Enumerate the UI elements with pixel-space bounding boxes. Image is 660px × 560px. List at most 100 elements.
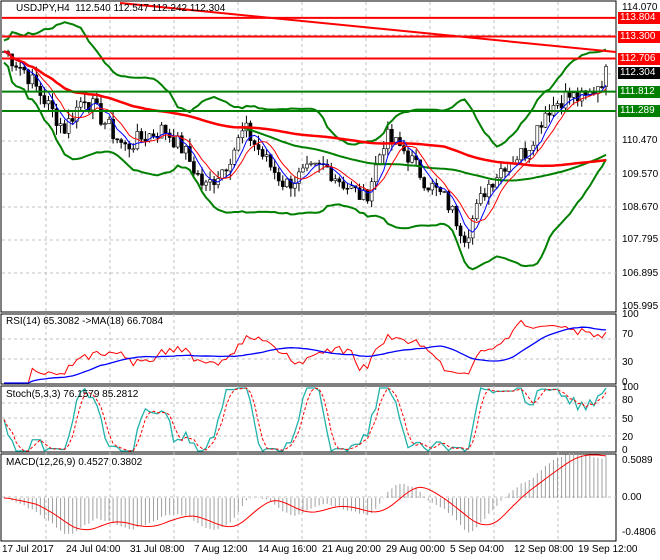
candle-body [42,95,47,105]
candle-body [285,178,289,188]
ma-fast-blue [3,51,607,233]
candle-body [240,130,245,138]
stoch-axis-label: 0 [622,445,628,456]
candle-body [604,66,608,87]
macd-axis-label: 0.5089 [622,455,653,467]
candle-body [345,187,350,190]
candle-body [349,185,354,189]
price-axis-label: 109.570 [622,168,659,180]
rsi-axis-label: 30 [622,356,634,368]
candle-body [232,149,237,165]
candle-body [381,148,386,156]
price-level-tag: 112.304 [618,67,660,80]
rsi-title: RSI(14) 65.3082 ->MA(18) 66.7084 [6,316,164,327]
time-axis-label: 12 Sep 08:00 [514,544,574,555]
bollinger-upper [3,21,607,148]
candle-body [458,225,463,237]
rsi-ma-line [4,326,607,384]
candle-body [62,123,67,134]
candle-body [313,162,317,165]
mt4-chart-window: USDJPY,H4 112.540 112.547 112.242 112.30… [0,0,660,560]
candle-body [386,128,390,150]
time-axis-label: 21 Aug 20:00 [322,544,381,555]
macd-title: MACD(12,26,9) 0.4527 0.3802 [6,457,143,468]
candle-body [600,86,604,88]
candle-body [309,163,313,165]
candle-body [276,172,281,182]
stoch-axis-label: 80 [622,394,634,406]
candle-body [200,173,204,186]
candle-body [503,168,507,172]
rsi-line [4,319,607,384]
candle-body [535,125,540,146]
candle-body [430,183,435,191]
candle-body [58,123,63,126]
candle-body [539,125,544,128]
candle-body [220,169,224,179]
price-level-tag: 111.812 [618,85,660,98]
candle-body [131,148,136,151]
candle-body [272,166,277,173]
candle-body [301,167,305,173]
time-axis-label: 5 Sep 04:00 [450,544,504,555]
price-level-tag: 112.706 [618,52,660,65]
candle-body [46,100,51,105]
candle-body [171,137,176,148]
candle-body [204,181,208,186]
time-axis-label: 31 Jul 08:00 [130,544,185,555]
candle-body [78,101,83,108]
candle-body [410,155,414,163]
time-axis-label: 7 Aug 12:00 [194,544,248,555]
candle-body [491,183,495,188]
stoch-title: Stoch(5,3,3) 76.1579 85.2812 [6,389,139,400]
candle-body [70,118,75,122]
candle-body [184,146,188,154]
candle-body [280,180,285,188]
candle-body [543,112,548,128]
candle-body [466,237,471,243]
candle-body [394,137,398,143]
price-axis-label: 106.895 [622,267,659,279]
candle-body [337,178,342,183]
candle-body [365,189,370,202]
candle-body [406,150,410,163]
candle-body [83,101,87,104]
candle-body [127,143,132,150]
candle-body [450,205,455,211]
candle-body [192,161,196,174]
price-level-tag: 113.300 [618,30,660,43]
candle-body [228,163,233,172]
time-axis-label: 24 Jul 04:00 [66,544,121,555]
time-axis-label: 19 Sep 12:00 [578,544,638,555]
ohlc-label: 112.540 112.547 112.242 112.304 [75,3,226,14]
candle-body [373,164,378,183]
candle-body [236,137,241,151]
price-axis-label: 110.470 [622,135,658,147]
candle-body [454,205,459,227]
chart-canvas[interactable] [0,0,660,560]
candle-body [115,138,119,141]
candle-body [119,139,123,143]
candle-body [442,191,447,193]
stoch-axis-label: 50 [622,413,634,425]
candle-body [163,124,168,134]
candle-body [196,173,200,175]
candle-body [555,103,560,106]
candle-body [256,144,261,150]
rsi-axis-label: 100 [622,309,639,320]
stoch-axis-label: 100 [622,382,639,393]
candle-body [462,235,467,243]
candle-body [482,193,487,198]
candle-body [474,203,479,219]
candle-body [426,187,431,191]
candle-body [14,65,18,68]
candle-body [507,162,511,172]
candle-body [305,163,309,169]
price-level-tag: 111.289 [618,104,660,117]
price-axis-label: 107.795 [622,234,659,246]
price-level-tag: 113.804 [618,11,660,24]
macd-axis-label: 0.00 [622,492,642,503]
candle-body [26,69,31,85]
candle-body [390,128,394,143]
stoch-axis-label: 20 [622,432,634,444]
